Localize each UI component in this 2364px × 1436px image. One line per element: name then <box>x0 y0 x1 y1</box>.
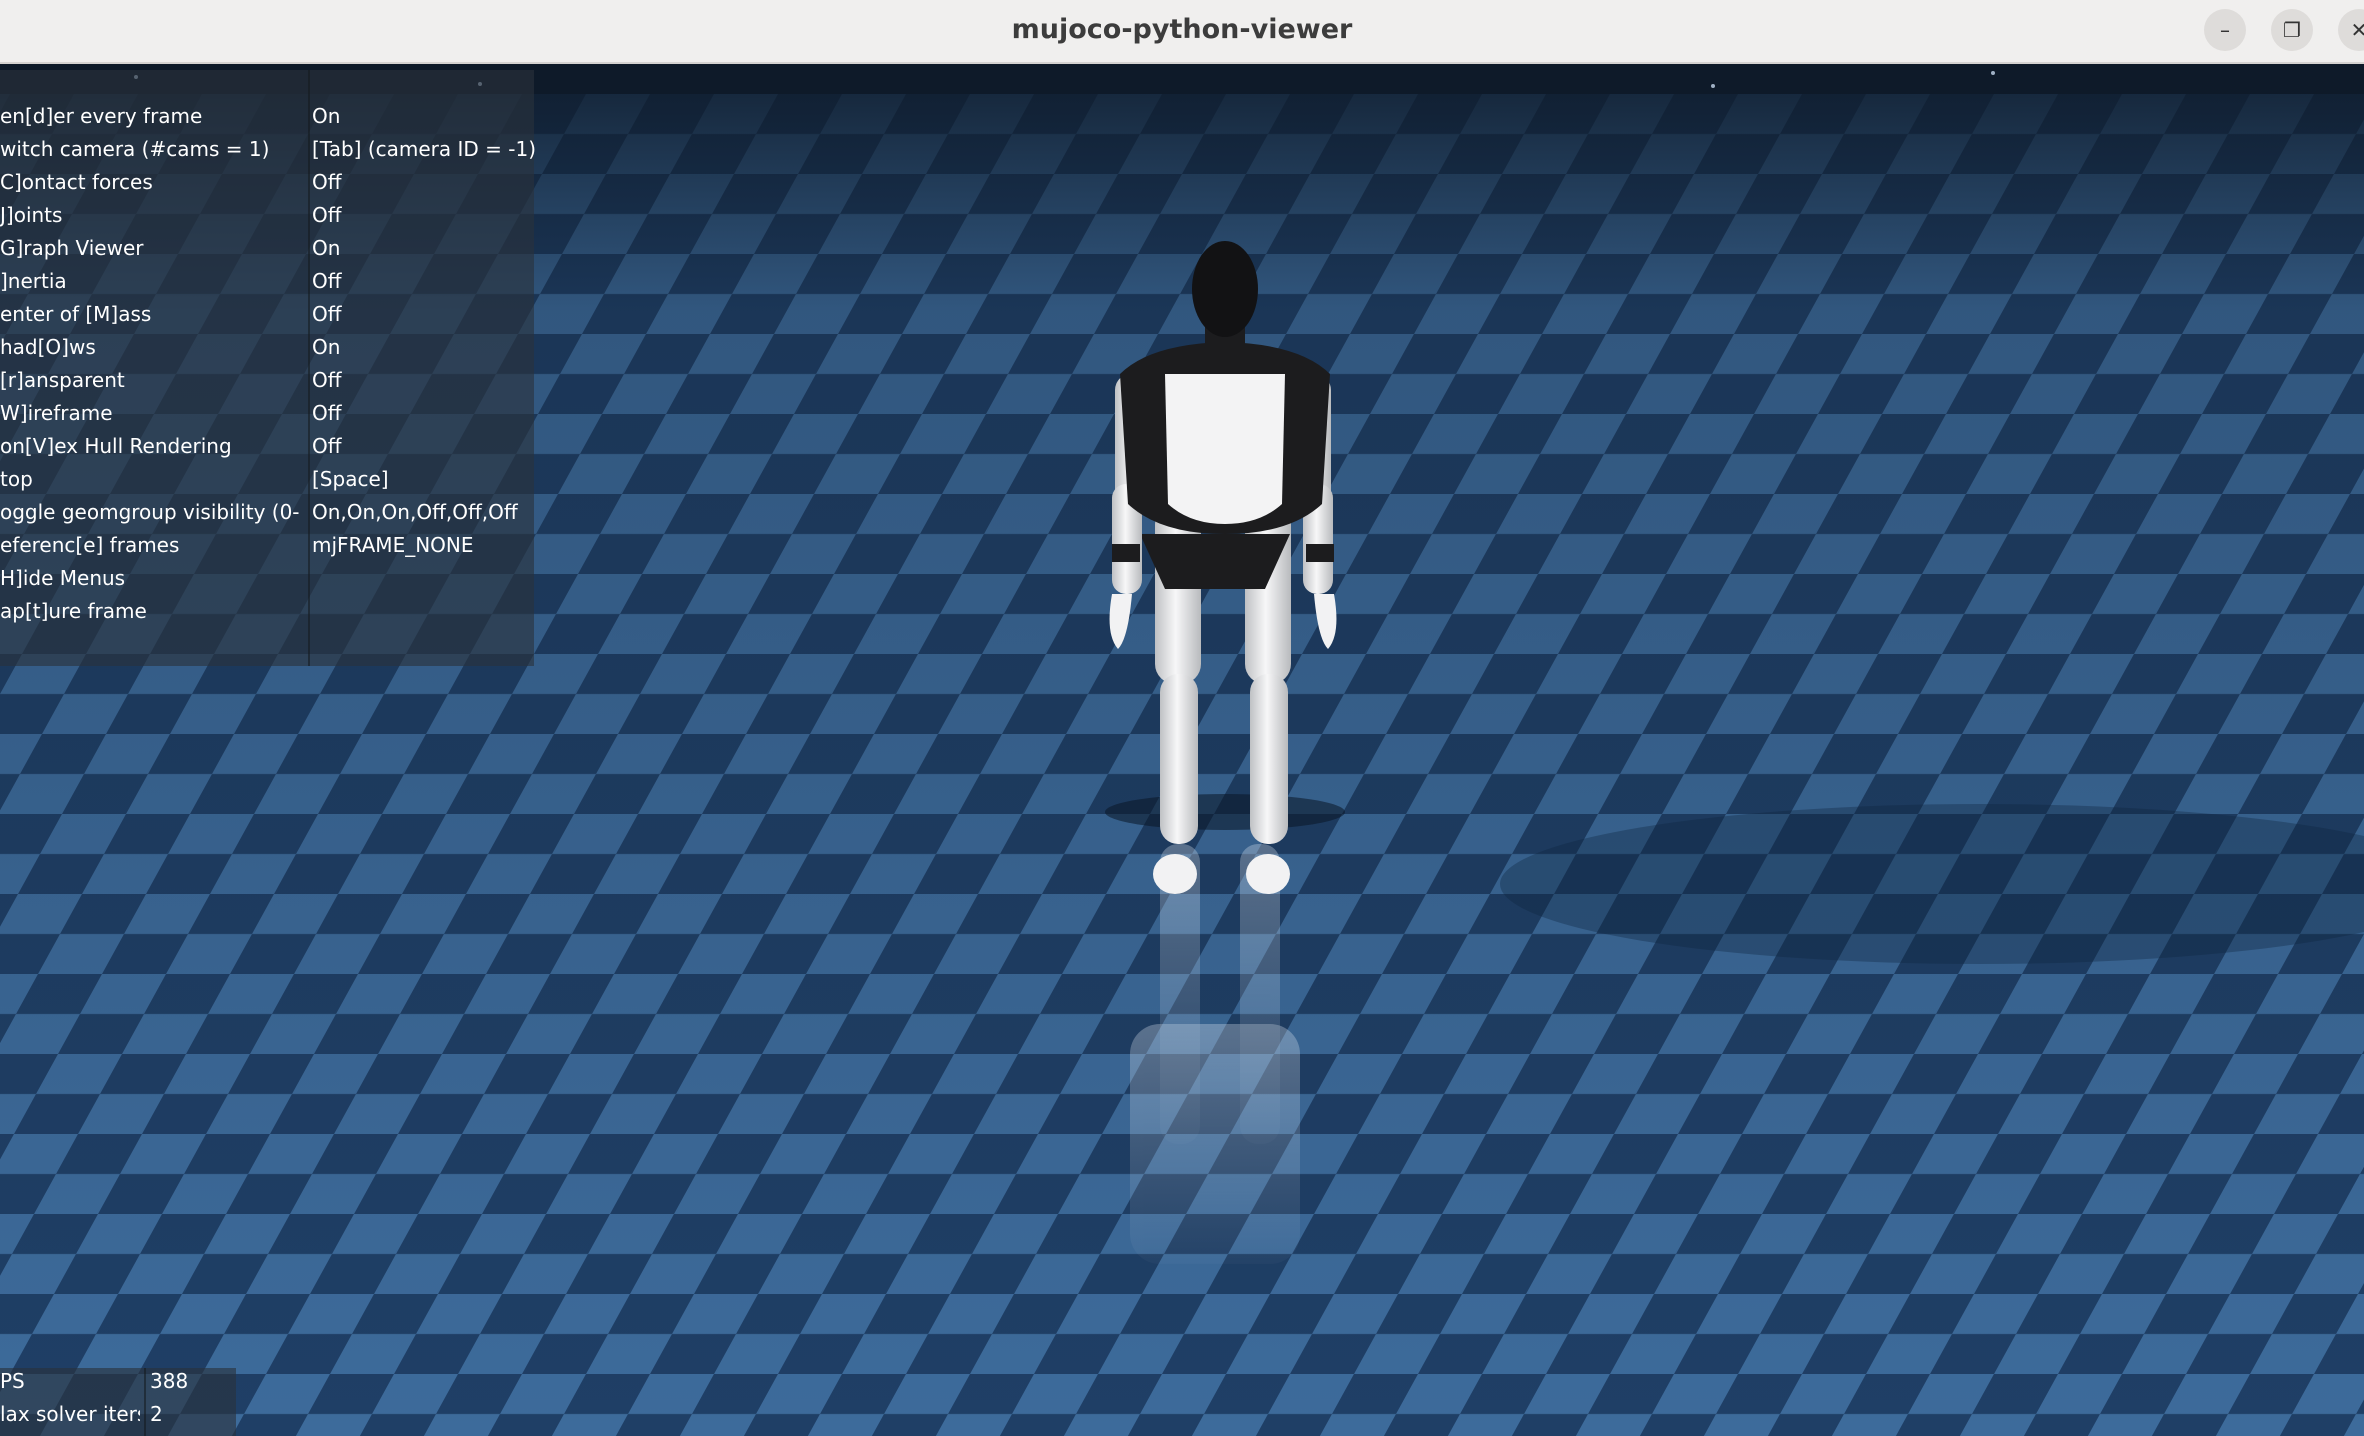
menu-row-label: on[V]ex Hull Rendering <box>0 434 232 458</box>
menu-row-value: Off <box>312 203 342 227</box>
minimize-icon[interactable]: – <box>2204 9 2246 51</box>
menu-row[interactable]: ]nertia Off <box>0 269 534 302</box>
menu-row-value: [Space] <box>312 467 389 491</box>
stats-row-solver-iters: lax solver iters 2 <box>0 1402 236 1435</box>
menu-row-label: en[d]er every frame <box>0 104 203 128</box>
stats-row-fps: PS 388 <box>0 1369 236 1402</box>
menu-row-label: H]ide Menus <box>0 566 126 590</box>
menu-row[interactable]: enter of [M]ass Off <box>0 302 534 335</box>
menu-row[interactable]: W]ireframe Off <box>0 401 534 434</box>
stats-value: 388 <box>150 1369 189 1393</box>
menu-row[interactable]: en[d]er every frame On <box>0 104 534 137</box>
stats-label: lax solver iters <box>0 1402 140 1426</box>
menu-row[interactable]: witch camera (#cams = 1) [Tab] (camera ID… <box>0 137 537 170</box>
menu-row-value: [Tab] (camera ID = -1) <box>312 137 537 161</box>
menu-row[interactable]: on[V]ex Hull Rendering Off <box>0 434 534 467</box>
menu-row[interactable]: oggle geomgroup visibility (0-5) On,On,On… <box>0 500 534 533</box>
viewer-menu-panel: en[d]er every frame On witch camera (#cam… <box>0 70 537 666</box>
menu-row-value: Off <box>312 368 342 392</box>
menu-row-label: had[O]ws <box>0 335 96 359</box>
menu-row-value: On <box>312 104 341 128</box>
menu-row[interactable]: H]ide Menus <box>0 566 534 599</box>
stats-panel: PS 388 lax solver iters 2 <box>0 1368 236 1436</box>
robot-shadow <box>1105 794 1345 830</box>
menu-row-label: top <box>0 467 33 491</box>
menu-row-value: mjFRAME_NONE <box>312 533 474 557</box>
menu-row-label: W]ireframe <box>0 401 113 425</box>
window-titlebar: mujoco-python-viewer – ❐ ✕ <box>0 0 2364 64</box>
menu-row-label: [r]ansparent <box>0 368 125 392</box>
menu-row-value: On,On,On,Off,Off,Off <box>312 500 518 524</box>
menu-row-value: On <box>312 236 341 260</box>
menu-row-value: Off <box>312 269 342 293</box>
menu-row[interactable]: [r]ansparent Off <box>0 368 534 401</box>
menu-row-value: Off <box>312 170 342 194</box>
stats-value: 2 <box>150 1402 163 1426</box>
menu-row[interactable]: eferenc[e] frames mjFRAME_NONE <box>0 533 534 566</box>
menu-row-label: eferenc[e] frames <box>0 533 180 557</box>
menu-row-label: C]ontact forces <box>0 170 153 194</box>
menu-row-label: ]nertia <box>0 269 67 293</box>
maximize-icon[interactable]: ❐ <box>2271 9 2313 51</box>
menu-row-label: witch camera (#cams = 1) <box>0 137 270 161</box>
menu-row[interactable]: G]raph Viewer On <box>0 236 534 269</box>
menu-row[interactable]: J]oints Off <box>0 203 534 236</box>
menu-row-label: oggle geomgroup visibility (0-5) <box>0 500 300 524</box>
menu-row[interactable]: top [Space] <box>0 467 534 500</box>
menu-row-label: G]raph Viewer <box>0 236 144 260</box>
menu-row-value: On <box>312 335 341 359</box>
window-title: mujoco-python-viewer <box>1011 14 1353 45</box>
menu-row[interactable]: ap[t]ure frame <box>0 599 534 632</box>
stats-label: PS <box>0 1369 25 1393</box>
menu-row-label: enter of [M]ass <box>0 302 152 326</box>
menu-row-value: Off <box>312 401 342 425</box>
menu-row-label: J]oints <box>0 203 63 227</box>
menu-row[interactable]: C]ontact forces Off <box>0 170 534 203</box>
menu-row-value: Off <box>312 434 342 458</box>
menu-row[interactable]: had[O]ws On <box>0 335 534 368</box>
menu-row-value: Off <box>312 302 342 326</box>
menu-row-label: ap[t]ure frame <box>0 599 147 623</box>
